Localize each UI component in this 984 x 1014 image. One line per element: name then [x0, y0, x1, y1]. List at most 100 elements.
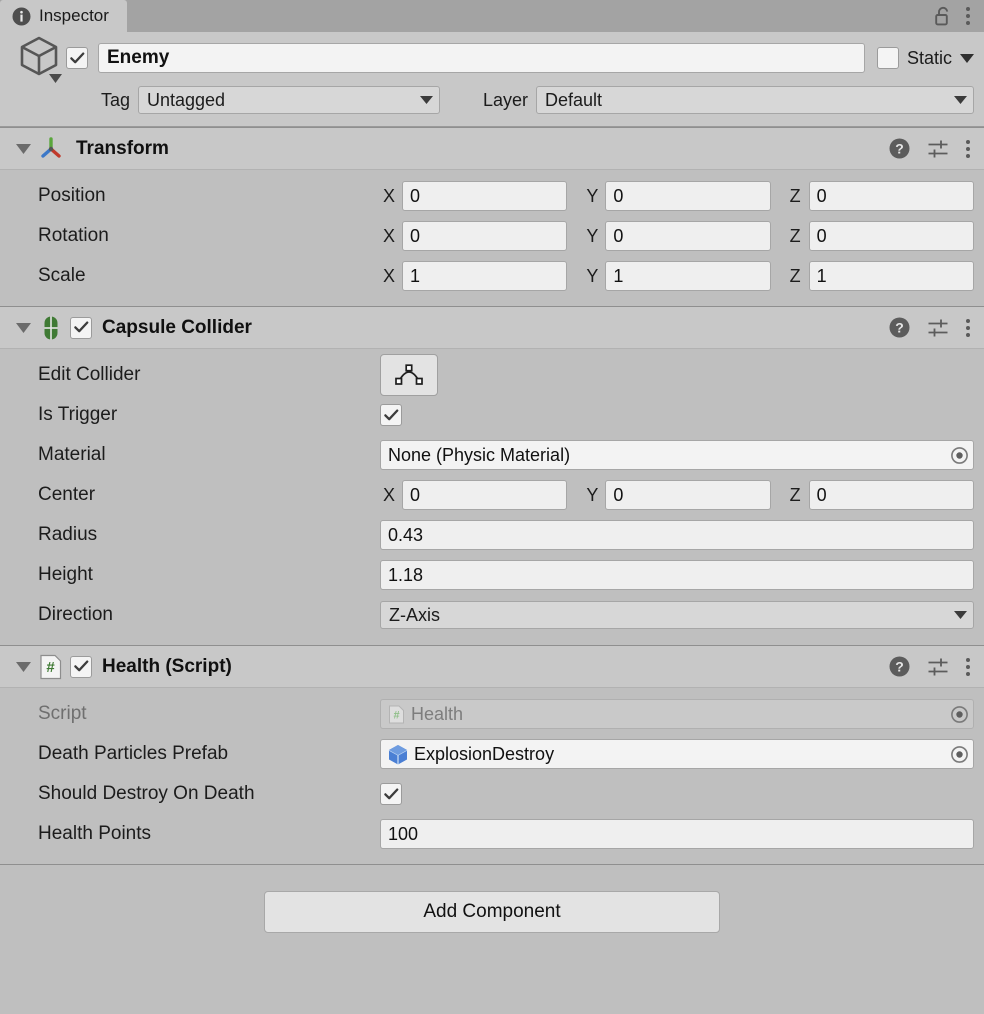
foldout-triangle-icon[interactable] [10, 661, 36, 672]
inspector-tabbar: Inspector [0, 0, 984, 32]
preset-settings-icon[interactable] [927, 656, 949, 678]
property-label: Should Destroy On Death [38, 783, 255, 804]
object-reference-field[interactable]: # Health [380, 699, 974, 729]
axis-input-x[interactable]: 0 [402, 221, 568, 251]
foldout-triangle-icon[interactable] [10, 143, 36, 154]
preset-settings-icon[interactable] [927, 317, 949, 339]
foldout-triangle-icon[interactable] [10, 322, 36, 333]
component-body: Position X 0 Y 0 Z 0 Rotation X 0 Y 0 Z 0 Scale X 1 Y 1 Z 1 [0, 170, 984, 306]
number-input[interactable]: 100 [380, 819, 974, 849]
axis-input-y[interactable]: 0 [605, 480, 771, 510]
component-section: Transform ? Position X 0 Y 0 Z 0 Rotation X 0 Y 0 Z 0… [0, 127, 984, 306]
object-reference-value: None (Physic Material) [388, 444, 571, 465]
axis-input-x[interactable]: 0 [402, 181, 568, 211]
static-checkbox[interactable] [876, 47, 899, 69]
gameobject-cube-icon[interactable] [10, 33, 66, 84]
component-section: # Health (Script) ? Script # Health Death P… [0, 645, 984, 864]
static-dropdown-chevron-icon[interactable] [960, 53, 974, 63]
axis-input-z[interactable]: 0 [808, 181, 974, 211]
unlocked-padlock-icon[interactable] [934, 6, 952, 27]
number-input[interactable]: 0.43 [380, 520, 974, 550]
property-checkbox[interactable] [380, 783, 402, 805]
kebab-menu-icon[interactable] [966, 657, 970, 676]
property-row: Edit Collider [10, 354, 974, 396]
tag-label: Tag [100, 89, 130, 110]
dropdown-field[interactable]: Z-Axis [380, 601, 974, 629]
axis-input-z[interactable]: 0 [808, 221, 974, 251]
property-control: 0.43 [380, 520, 974, 550]
property-row: Script # Health [10, 694, 974, 734]
component-title: Transform [76, 137, 169, 159]
axis-input-z[interactable]: 1 [808, 261, 974, 291]
axis-label-x: X [383, 225, 396, 246]
kebab-menu-icon[interactable] [966, 7, 970, 25]
edit-collider-button[interactable] [380, 354, 438, 396]
axis-label-x: X [383, 265, 396, 286]
axis-label-y: Y [586, 185, 599, 206]
dropdown-value: Z-Axis [389, 604, 440, 625]
svg-text:#: # [393, 709, 399, 721]
property-row: Radius 0.43 [10, 515, 974, 555]
layer-dropdown[interactable]: Default [536, 86, 974, 114]
property-label: Height [38, 564, 93, 585]
property-row: Should Destroy On Death [10, 774, 974, 814]
add-component-button[interactable]: Add Component [264, 891, 720, 933]
chevron-down-icon [49, 70, 62, 88]
property-row: Center X 0 Y 0 Z 0 [10, 475, 974, 515]
axis-label-y: Y [586, 484, 599, 505]
tab-inspector[interactable]: Inspector [0, 0, 127, 32]
csharp-script-icon: # [36, 654, 66, 680]
component-header[interactable]: # Health (Script) ? [0, 646, 984, 688]
kebab-menu-icon[interactable] [966, 318, 970, 337]
axis-input-x[interactable]: 1 [402, 261, 568, 291]
axis-input-x[interactable]: 0 [402, 480, 568, 510]
axis-input-z[interactable]: 0 [808, 480, 974, 510]
component-header[interactable]: Transform ? [0, 128, 984, 170]
axis-label-x: X [383, 185, 396, 206]
axis-input-y[interactable]: 1 [605, 261, 771, 291]
property-control: 100 [380, 819, 974, 849]
component-title: Capsule Collider [102, 316, 252, 338]
component-enabled-checkbox[interactable] [70, 655, 92, 678]
help-icon[interactable]: ? [889, 317, 910, 338]
property-control [380, 354, 974, 396]
chevron-down-icon [954, 611, 967, 619]
property-label: Is Trigger [38, 404, 118, 425]
preset-settings-icon[interactable] [927, 138, 949, 160]
property-control: X0Y0Z0 [380, 480, 974, 510]
property-label: Death Particles Prefab [38, 743, 229, 764]
svg-text:?: ? [895, 659, 904, 675]
property-control [380, 783, 974, 805]
axis-label-x: X [383, 484, 396, 505]
component-enabled-checkbox[interactable] [70, 316, 92, 339]
property-row: Height 1.18 [10, 555, 974, 595]
object-picker-icon[interactable] [950, 705, 969, 724]
gameobject-name-input[interactable]: Enemy [98, 43, 865, 73]
tabbar-spacer [127, 0, 934, 32]
property-control: 1.18 [380, 560, 974, 590]
number-input[interactable]: 1.18 [380, 560, 974, 590]
property-checkbox[interactable] [380, 404, 402, 426]
gameobject-enabled-checkbox[interactable] [66, 47, 88, 69]
property-control: X0Y0Z0 [380, 221, 974, 251]
property-label: Health Points [38, 823, 152, 844]
kebab-menu-icon[interactable] [966, 139, 970, 158]
tag-dropdown[interactable]: Untagged [138, 86, 440, 114]
object-reference-field[interactable]: ExplosionDestroy [380, 739, 974, 769]
object-picker-icon[interactable] [950, 745, 969, 764]
component-header[interactable]: Capsule Collider ? [0, 307, 984, 349]
vector3-field: X0Y0Z0 [380, 221, 974, 251]
axis-input-y[interactable]: 0 [605, 221, 771, 251]
layer-value: Default [545, 89, 603, 110]
help-icon[interactable]: ? [889, 656, 910, 677]
help-icon[interactable]: ? [889, 138, 910, 159]
component-header-actions: ? [889, 317, 970, 339]
property-row: Is Trigger [10, 395, 974, 435]
component-header-actions: ? [889, 656, 970, 678]
object-picker-icon[interactable] [950, 446, 969, 465]
axis-input-y[interactable]: 0 [605, 181, 771, 211]
tag-value: Untagged [147, 89, 226, 110]
gameobject-name-row: Enemy Static [10, 36, 974, 83]
object-reference-field[interactable]: None (Physic Material) [380, 440, 974, 470]
chevron-down-icon [420, 96, 433, 104]
